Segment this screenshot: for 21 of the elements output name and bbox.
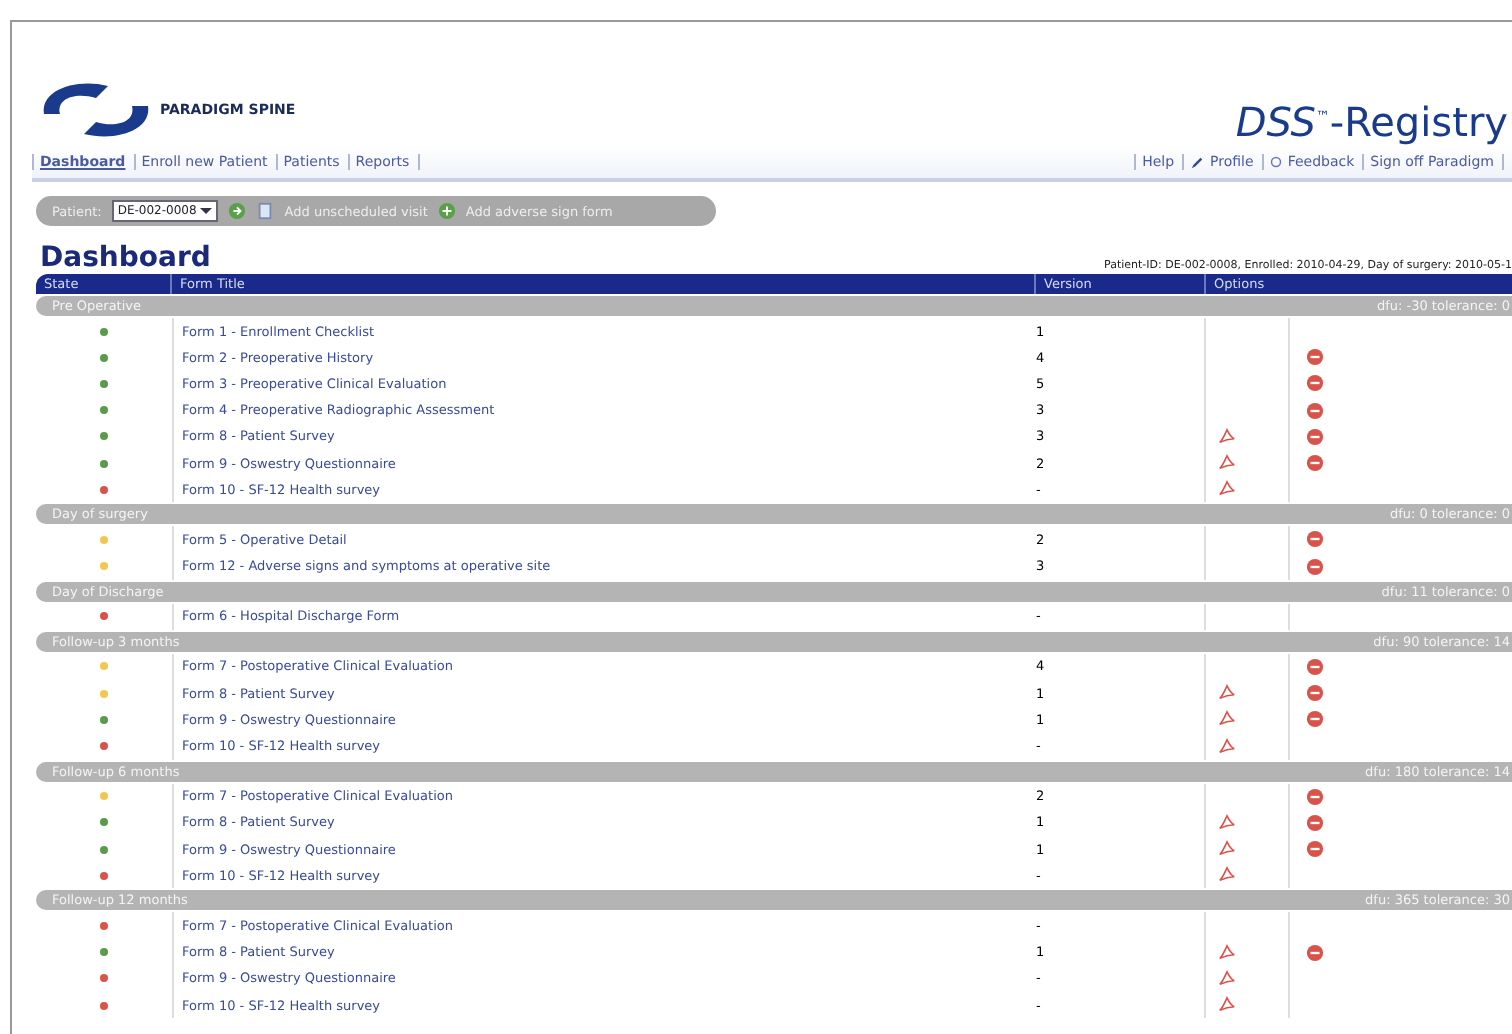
alert-icon[interactable] bbox=[1306, 787, 1324, 806]
circle-icon bbox=[1269, 156, 1282, 168]
pencil-icon bbox=[1190, 155, 1205, 169]
plus-icon bbox=[437, 202, 456, 220]
alert-icon[interactable] bbox=[1306, 401, 1324, 420]
alert-icon[interactable] bbox=[1306, 557, 1324, 576]
alert-icon[interactable] bbox=[1306, 813, 1324, 832]
alert-icon[interactable] bbox=[1306, 374, 1324, 393]
product-title: DSS$^{™}$-Registry bbox=[1235, 98, 1510, 146]
alert-icon[interactable] bbox=[1306, 684, 1324, 703]
alert-icon[interactable] bbox=[1306, 657, 1324, 676]
page-title: Dashboard bbox=[40, 242, 211, 274]
alert-icon[interactable] bbox=[1306, 840, 1324, 859]
alert-icon[interactable] bbox=[1306, 427, 1324, 446]
alert-icon[interactable] bbox=[1306, 454, 1324, 473]
alert-icon[interactable] bbox=[1306, 348, 1324, 367]
alert-icon[interactable] bbox=[1306, 943, 1324, 962]
alert-icon[interactable] bbox=[1306, 710, 1324, 729]
alert-icon[interactable] bbox=[1306, 530, 1324, 549]
page-icon bbox=[256, 202, 275, 220]
go-arrow-icon[interactable] bbox=[228, 202, 247, 220]
